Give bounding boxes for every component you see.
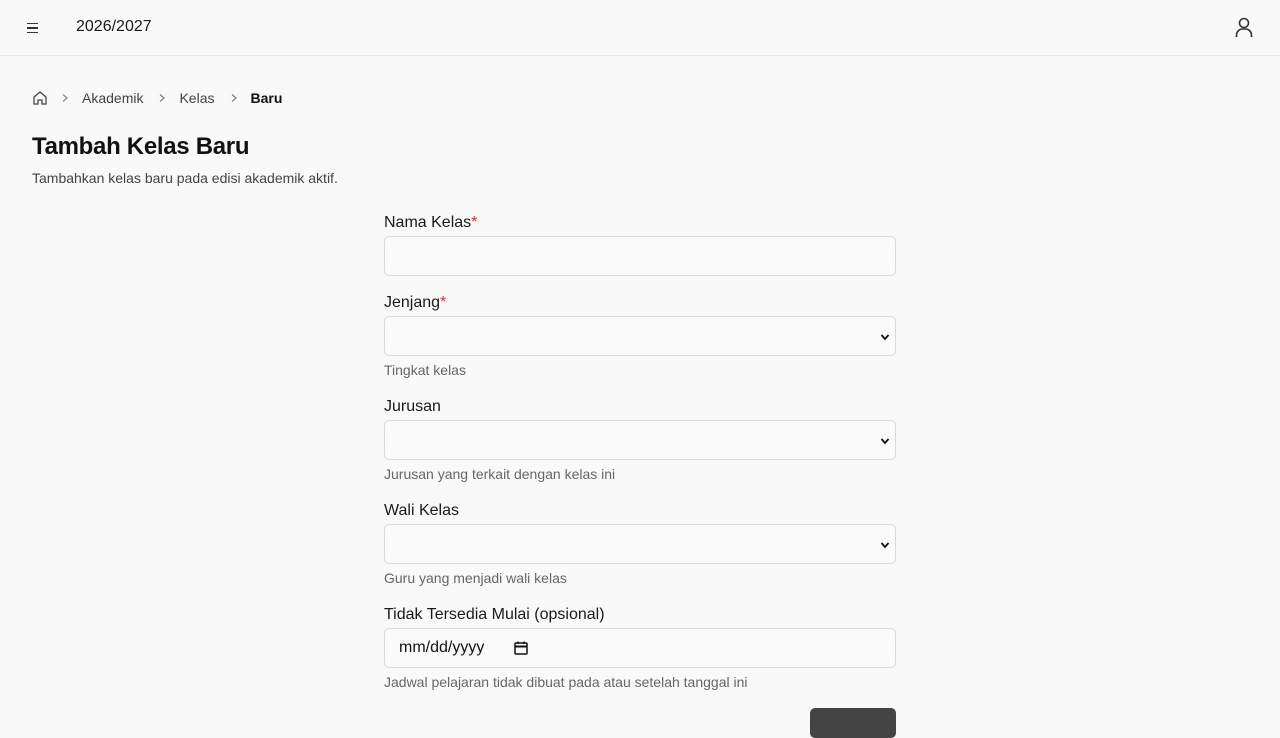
top-bar: 2026/2027 <box>0 0 1280 56</box>
breadcrumb-akademik[interactable]: Akademik <box>82 90 143 106</box>
wali-kelas-hint: Guru yang menjadi wali kelas <box>384 570 567 586</box>
nama-kelas-label: Nama Kelas* <box>384 214 478 231</box>
chevron-down-icon <box>880 542 890 549</box>
wali-kelas-field: Wali Kelas Guru yang menjadi wali kelas <box>384 500 896 586</box>
jenjang-field: Jenjang* Tingkat kelas <box>384 292 896 378</box>
calendar-icon[interactable] <box>513 640 529 656</box>
jenjang-hint: Tingkat kelas <box>384 362 466 378</box>
submit-button[interactable] <box>810 708 896 738</box>
page-title: Tambah Kelas Baru <box>32 133 250 160</box>
wali-kelas-label: Wali Kelas <box>384 502 459 519</box>
required-marker: * <box>440 294 447 311</box>
chevron-right-icon <box>231 94 237 102</box>
breadcrumb: Akademik Kelas Baru <box>32 89 282 107</box>
chevron-down-icon <box>880 334 890 341</box>
nama-kelas-input[interactable] <box>384 236 896 276</box>
tidak-tersedia-label: Tidak Tersedia Mulai (opsional) <box>384 606 605 623</box>
breadcrumb-current: Baru <box>250 90 283 106</box>
chevron-right-icon <box>160 94 166 102</box>
tidak-tersedia-field: Tidak Tersedia Mulai (opsional) mm/dd/yy… <box>384 604 896 690</box>
home-icon[interactable] <box>32 90 48 106</box>
required-marker: * <box>471 214 478 231</box>
breadcrumb-kelas[interactable]: Kelas <box>179 90 214 106</box>
jenjang-label: Jenjang* <box>384 294 447 311</box>
date-placeholder: mm/dd/yyyy <box>399 639 485 656</box>
jurusan-label: Jurusan <box>384 398 441 415</box>
user-icon[interactable] <box>1232 15 1256 41</box>
jurusan-hint: Jurusan yang terkait dengan kelas ini <box>384 466 616 482</box>
hamburger-icon[interactable] <box>20 16 44 40</box>
nama-kelas-field: Nama Kelas* <box>384 212 896 276</box>
chevron-down-icon <box>880 438 890 445</box>
jurusan-select[interactable] <box>384 420 896 460</box>
page-subtitle: Tambahkan kelas baru pada edisi akademik… <box>32 170 338 186</box>
tidak-tersedia-hint: Jadwal pelajaran tidak dibuat pada atau … <box>384 674 748 690</box>
jenjang-select[interactable] <box>384 316 896 356</box>
academic-year[interactable]: 2026/2027 <box>76 18 152 36</box>
jurusan-field: Jurusan Jurusan yang terkait dengan kela… <box>384 396 896 482</box>
tidak-tersedia-date-input[interactable]: mm/dd/yyyy <box>384 628 896 668</box>
wali-kelas-select[interactable] <box>384 524 896 564</box>
chevron-right-icon <box>62 94 68 102</box>
